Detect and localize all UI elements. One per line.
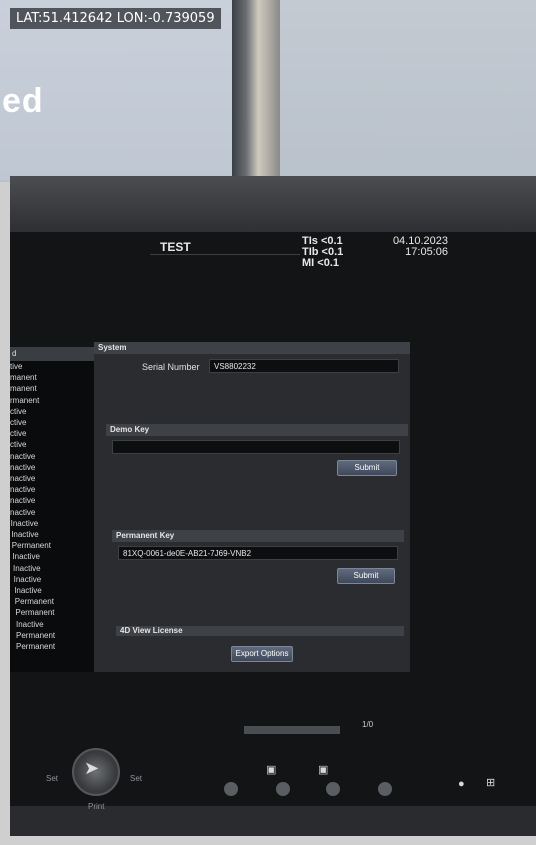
mi-value: MI <0.1 (302, 257, 339, 269)
network-icon[interactable]: ⊞ (486, 776, 495, 789)
header-divider (150, 254, 300, 255)
footer-button-2[interactable] (276, 782, 290, 796)
pillar (232, 0, 280, 182)
background-photo: ed LAT:51.412642 LON:-0.739059 (0, 0, 536, 182)
monitor-icon-2: ▣ (318, 764, 329, 776)
permanent-key-field[interactable]: 81XQ-0061-de0E-AB21-7J69-VNB2 (118, 546, 398, 560)
license-panel: System Serial Number VS8802232 Demo Key … (94, 342, 410, 672)
footer-button-1[interactable] (224, 782, 238, 796)
footer-button-4[interactable] (378, 782, 392, 796)
exam-title: TEST (160, 240, 191, 254)
ultrasound-screen: TEST TIs <0.1 TIb <0.1 MI <0.1 04.10.202… (10, 232, 536, 806)
page-count: 1/0 (362, 720, 374, 729)
monitor-icon: ▣ (266, 764, 277, 776)
geotag-overlay: LAT:51.412642 LON:-0.739059 (10, 8, 221, 29)
export-options-button[interactable]: Export Options (231, 646, 293, 662)
demo-key-submit-button[interactable]: Submit (337, 460, 397, 476)
serial-number-label: Serial Number (142, 362, 200, 372)
view-license-section-header: 4D View License (116, 626, 404, 636)
print-label[interactable]: Print (88, 802, 104, 811)
set-right-label[interactable]: Set (130, 774, 142, 783)
page-scroll-bar[interactable] (244, 726, 340, 734)
set-left-label[interactable]: Set (46, 774, 58, 783)
system-section-header: System (94, 342, 410, 354)
cursor-icon: ➤ (84, 758, 100, 778)
serial-number-field[interactable]: VS8802232 (209, 359, 399, 373)
demo-key-field[interactable] (112, 440, 400, 454)
demo-key-section-header: Demo Key (106, 424, 408, 436)
thermal-indices: TIs <0.1 TIb <0.1 MI <0.1 (302, 236, 343, 269)
footer-button-3[interactable] (326, 782, 340, 796)
permanent-key-section-header: Permanent Key (112, 530, 404, 542)
permanent-key-submit-button[interactable]: Submit (337, 568, 395, 584)
banner-right (280, 0, 536, 182)
banner-text: ed (2, 82, 44, 120)
datetime: 04.10.2023 17:05:06 (378, 236, 448, 258)
time: 17:05:06 (405, 246, 448, 258)
settings-circle-icon[interactable]: ● (458, 778, 465, 790)
